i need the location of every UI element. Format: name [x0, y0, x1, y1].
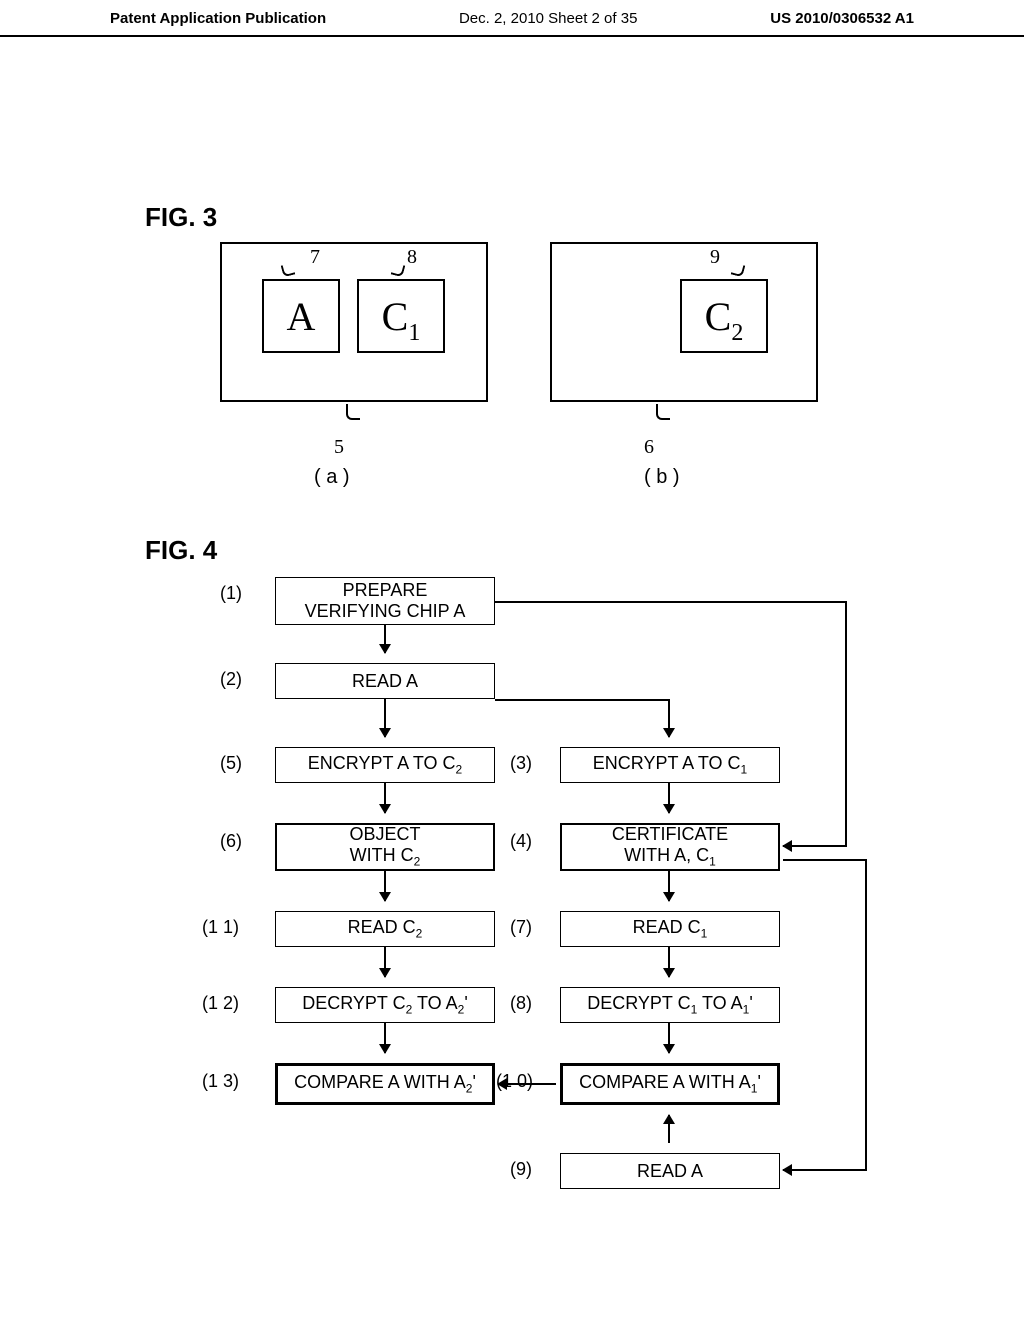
box-decrypt-c2: DECRYPT C2 TO A2' [275, 987, 495, 1023]
step-num-8: (8) [510, 993, 532, 1014]
card-object: C2 [550, 242, 818, 402]
fig4-label: FIG. 4 [145, 535, 217, 566]
box-read-a: READ A [275, 663, 495, 699]
step-num-5: (5) [220, 753, 242, 774]
step-num-11: (1 1) [202, 917, 239, 938]
arrow-7-8 [668, 947, 670, 977]
loop-2-v [865, 859, 867, 1171]
fig3-label: FIG. 3 [145, 202, 217, 233]
arrow-10-13 [498, 1083, 556, 1085]
lead-hook-6 [656, 404, 670, 420]
card-certificate: A C1 [220, 242, 488, 402]
step-num-2: (2) [220, 669, 242, 690]
lead-hook-5 [346, 404, 360, 420]
box-read-c2: READ C2 [275, 911, 495, 947]
box-encrypt-c1: ENCRYPT A TO C1 [560, 747, 780, 783]
step-num-3: (3) [510, 753, 532, 774]
box-compare-a1: COMPARE A WITH A1' [560, 1063, 780, 1105]
chip-A-text: A [287, 293, 316, 340]
chip-C2-text: C2 [705, 293, 744, 340]
arrow-9-10 [668, 1115, 670, 1143]
arrow-4-7 [668, 871, 670, 901]
fig3-diagram: A C1 C2 7 8 9 5 6 ( a ) ( b ) [220, 242, 840, 502]
step-num-6: (6) [220, 831, 242, 852]
loop-2-into-9 [783, 1169, 865, 1171]
lead-7: 7 [310, 246, 320, 269]
box-read-c1: READ C1 [560, 911, 780, 947]
header-publication: Patent Application Publication [110, 10, 326, 27]
chip-C2-box: C2 [680, 279, 768, 353]
arrow-8-10 [668, 1023, 670, 1053]
arrow-5-6 [384, 783, 386, 813]
fig4-flowchart: (1) PREPARE VERIFYING CHIP A (2) READ A … [180, 577, 880, 1277]
arrow-12-13 [384, 1023, 386, 1053]
sublabel-a: ( a ) [314, 466, 350, 489]
lead-8: 8 [407, 246, 417, 269]
step-num-12: (1 2) [202, 993, 239, 1014]
header-date-sheet: Dec. 2, 2010 Sheet 2 of 35 [459, 10, 637, 27]
arrow-2-5 [384, 699, 386, 737]
loop-2-top-h [783, 859, 865, 861]
arrow-3-4 [668, 783, 670, 813]
header-pub-number: US 2010/0306532 A1 [770, 10, 914, 27]
lead-6: 6 [644, 436, 654, 459]
step-num-4: (4) [510, 831, 532, 852]
box-object-c2: OBJECT WITH C2 [275, 823, 495, 871]
step-num-1: (1) [220, 583, 242, 604]
line-2-3-h [495, 699, 670, 701]
step-num-13: (1 3) [202, 1071, 239, 1092]
page-header: Patent Application Publication Dec. 2, 2… [0, 0, 1024, 37]
chip-C1-box: C1 [357, 279, 445, 353]
chip-C1-text: C1 [382, 293, 421, 340]
box-compare-a2: COMPARE A WITH A2' [275, 1063, 495, 1105]
arrow-6-11 [384, 871, 386, 901]
arrow-2-3-v [668, 699, 670, 737]
box-encrypt-c2: ENCRYPT A TO C2 [275, 747, 495, 783]
arrow-11-12 [384, 947, 386, 977]
arrow-1-2 [384, 625, 386, 653]
box-certificate-ac1: CERTIFICATE WITH A, C1 [560, 823, 780, 871]
loop-1-v [845, 601, 847, 847]
lead-5: 5 [334, 436, 344, 459]
box-read-a-2: READ A [560, 1153, 780, 1189]
box-decrypt-c1: DECRYPT C1 TO A1' [560, 987, 780, 1023]
loop-1-h [495, 601, 845, 603]
sublabel-b: ( b ) [644, 466, 680, 489]
chip-A-box: A [262, 279, 340, 353]
box-prepare-chip: PREPARE VERIFYING CHIP A [275, 577, 495, 625]
loop-1-into-4 [783, 845, 845, 847]
step-num-7: (7) [510, 917, 532, 938]
lead-9: 9 [710, 246, 720, 269]
step-num-9: (9) [510, 1159, 532, 1180]
